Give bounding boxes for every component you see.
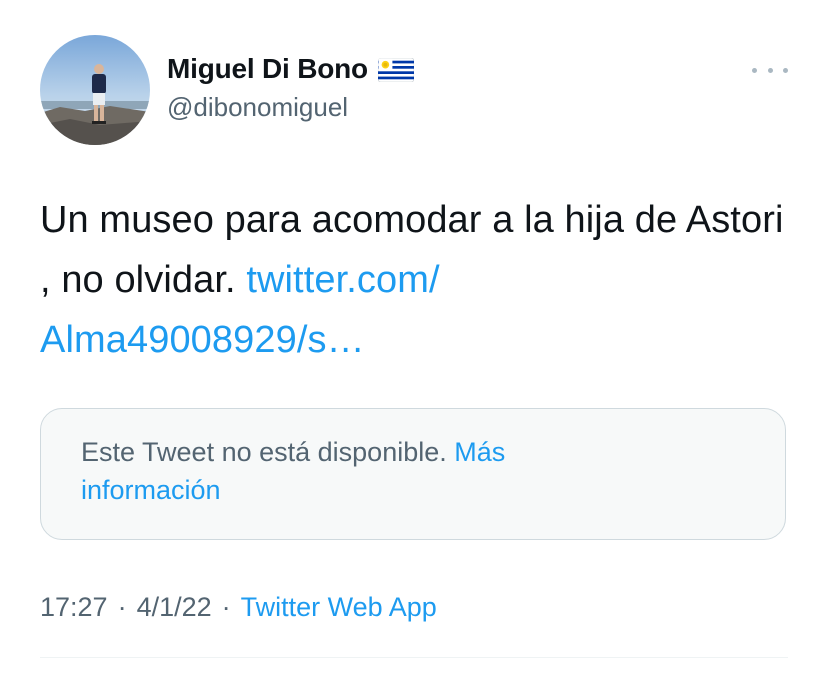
tweet-text: Un museo para acomodar a la hija de Asto… bbox=[40, 190, 800, 370]
divider bbox=[40, 657, 788, 658]
more-info-link-part2[interactable]: información bbox=[81, 475, 221, 505]
uruguay-flag-icon bbox=[377, 57, 415, 83]
unavailable-message: Este Tweet no está disponible. bbox=[81, 437, 455, 467]
tweet-date[interactable]: 4/1/22 bbox=[137, 592, 212, 623]
more-info-link-part1[interactable]: Más bbox=[454, 437, 505, 467]
tweet-source-link[interactable]: Twitter Web App bbox=[241, 592, 437, 623]
name-row: Miguel Di Bono bbox=[167, 52, 415, 86]
avatar-photo bbox=[40, 35, 150, 145]
more-dot bbox=[783, 67, 788, 73]
separator: · bbox=[221, 592, 231, 622]
tweet-author: Miguel Di Bono @dibonomiguel bbox=[167, 52, 415, 123]
avatar[interactable] bbox=[40, 35, 150, 145]
tweet-link-part2[interactable]: Alma49008929/s… bbox=[40, 319, 365, 361]
separator: · bbox=[117, 592, 127, 622]
tweet-metadata: 17:27 · 4/1/22 · Twitter Web App bbox=[40, 592, 437, 623]
display-name[interactable]: Miguel Di Bono bbox=[167, 53, 368, 85]
more-dot bbox=[752, 67, 757, 73]
tweet-card: Miguel Di Bono @dibonomiguel Un museo pa… bbox=[0, 0, 825, 684]
more-dot bbox=[767, 67, 773, 73]
quoted-tweet-unavailable: Este Tweet no está disponible. Más inform… bbox=[40, 408, 786, 540]
user-handle[interactable]: @dibonomiguel bbox=[167, 92, 414, 123]
tweet-time[interactable]: 17:27 bbox=[40, 592, 108, 623]
more-options-icon[interactable] bbox=[752, 60, 788, 80]
tweet-link-part1[interactable]: twitter.com/ bbox=[246, 259, 439, 301]
